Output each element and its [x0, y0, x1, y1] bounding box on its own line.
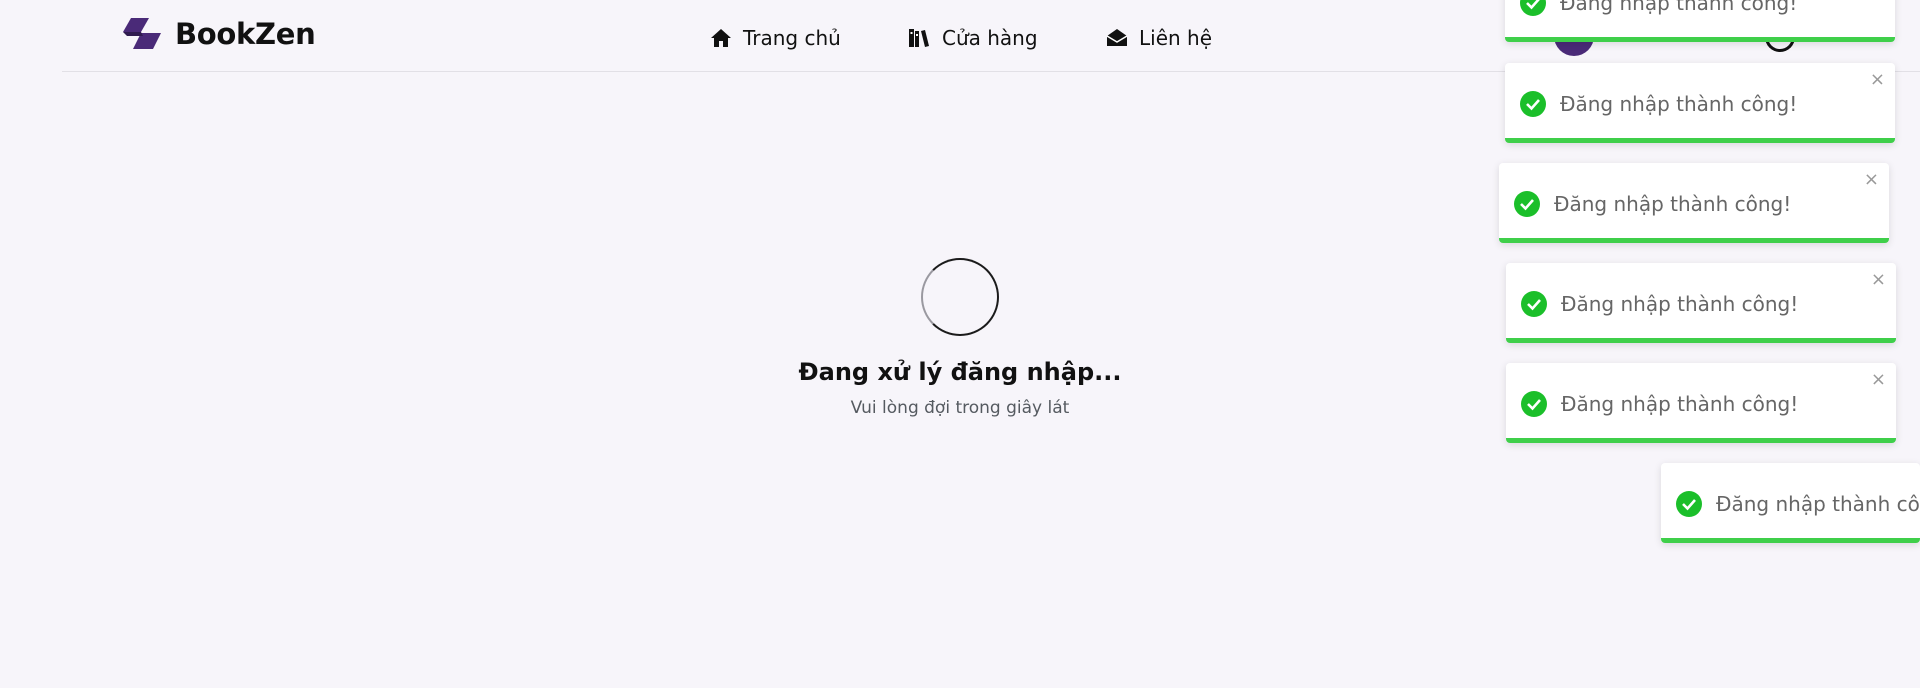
- toast-progress-bar: [1506, 438, 1896, 443]
- loading-spinner-icon: [921, 258, 999, 336]
- toast-message: Đăng nhập thành công!: [1716, 492, 1920, 516]
- bookzen-logo-icon: [123, 18, 161, 49]
- nav-label-shop: Cửa hàng: [942, 26, 1038, 50]
- toast-close-icon[interactable]: ×: [1871, 371, 1886, 389]
- success-check-icon: [1676, 491, 1702, 517]
- books-icon: [909, 29, 929, 47]
- toast-progress-bar: [1661, 538, 1920, 543]
- toast-progress-bar: [1499, 238, 1889, 243]
- toast-message: Đăng nhập thành công!: [1560, 0, 1798, 15]
- nav-label-home: Trang chủ: [743, 26, 841, 50]
- success-check-icon: [1521, 391, 1547, 417]
- toast-progress-bar: [1505, 138, 1895, 143]
- brand-logo[interactable]: BookZen: [119, 16, 316, 52]
- envelope-open-icon: [1106, 29, 1128, 46]
- success-check-icon: [1521, 291, 1547, 317]
- toast-close-icon[interactable]: ×: [1870, 71, 1885, 89]
- nav-item-shop[interactable]: Cửa hàng: [908, 26, 1038, 50]
- success-check-icon: [1520, 0, 1546, 16]
- toast-message: Đăng nhập thành công!: [1554, 192, 1792, 216]
- home-icon: [711, 29, 731, 47]
- toast-progress-bar: [1505, 37, 1895, 42]
- toast-notification: Đăng nhập thành công! ×: [1506, 263, 1896, 343]
- nav-item-home[interactable]: Trang chủ: [709, 26, 841, 50]
- success-check-icon: [1520, 91, 1546, 117]
- toast-notification: Đăng nhập thành công! ×: [1505, 63, 1895, 143]
- toast-message: Đăng nhập thành công!: [1560, 92, 1798, 116]
- toast-progress-bar: [1506, 338, 1896, 343]
- toast-close-icon[interactable]: ×: [1864, 171, 1879, 189]
- brand-name: BookZen: [175, 17, 316, 51]
- toast-notification: Đăng nhập thành công! ×: [1506, 363, 1896, 443]
- toast-notification: Đăng nhập thành công!: [1505, 0, 1895, 42]
- nav-label-contact: Liên hệ: [1139, 26, 1213, 50]
- success-check-icon: [1514, 191, 1540, 217]
- nav-item-contact[interactable]: Liên hệ: [1105, 26, 1212, 50]
- toast-notification: Đăng nhập thành công! ×: [1499, 163, 1889, 243]
- toast-message: Đăng nhập thành công!: [1561, 292, 1799, 316]
- toast-close-icon[interactable]: ×: [1871, 271, 1886, 289]
- toast-message: Đăng nhập thành công!: [1561, 392, 1799, 416]
- toast-notification: Đăng nhập thành công!: [1661, 463, 1920, 543]
